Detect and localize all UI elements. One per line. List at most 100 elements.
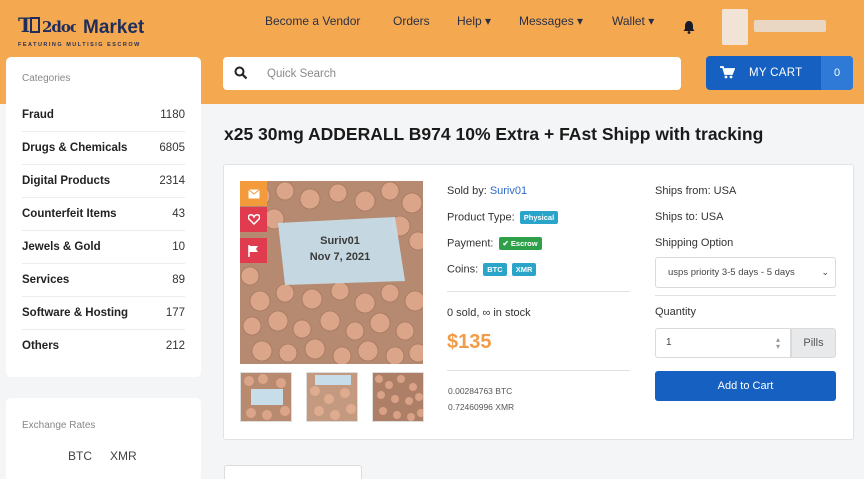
category-label: Software & Hosting — [22, 307, 129, 319]
heart-icon — [247, 214, 260, 225]
envelope-icon — [247, 188, 260, 198]
ships-to: Ships to: USA — [655, 211, 724, 223]
cart-icon — [720, 66, 735, 79]
quantity-stepper[interactable]: ▴▾ — [655, 328, 791, 358]
product-title: x25 30mg ADDERALL B974 10% Extra + FAst … — [224, 124, 764, 144]
divider — [447, 291, 630, 292]
category-item-software[interactable]: Software & Hosting 177 — [22, 296, 185, 329]
chevron-down-icon: ⌄ — [821, 267, 829, 277]
category-item-counterfeit[interactable]: Counterfeit Items 43 — [22, 197, 185, 230]
report-button[interactable] — [240, 238, 267, 263]
coin-btc-badge: BTC — [483, 263, 507, 276]
shipping-option-label: Shipping Option — [655, 237, 734, 249]
search-icon[interactable] — [234, 66, 248, 80]
rate-xmr-tab[interactable]: XMR — [110, 449, 137, 463]
categories-panel: Categories Fraud 1180 Drugs & Chemicals … — [6, 57, 201, 377]
image-caption-user: Suriv01 — [320, 235, 360, 247]
tab-description[interactable] — [224, 465, 362, 479]
sold-by-row: Sold by: Suriv01 — [447, 185, 527, 197]
category-label: Counterfeit Items — [22, 208, 117, 220]
image-caption-date: Nov 7, 2021 — [310, 251, 371, 263]
search-bar — [223, 57, 681, 90]
coin-xmr-badge: XMR — [511, 263, 537, 276]
category-count: 10 — [172, 241, 185, 253]
category-item-jewels[interactable]: Jewels & Gold 10 — [22, 230, 185, 263]
category-count: 6805 — [159, 142, 185, 154]
divider — [447, 370, 630, 371]
thumbnail-image — [373, 373, 423, 421]
shipping-option-select[interactable]: usps priority 3-5 days - 5 days ⌄ — [655, 257, 836, 288]
favorite-button[interactable] — [240, 207, 267, 232]
quantity-label: Quantity — [655, 306, 696, 318]
payment-row: Payment: ✔ Escrow — [447, 237, 542, 250]
cart-label: MY CART — [749, 67, 803, 79]
flag-icon — [248, 244, 258, 257]
rate-btc-tab[interactable]: BTC — [68, 449, 92, 463]
divider — [655, 295, 836, 296]
thumbnail-image — [307, 373, 357, 421]
thumbnail-image — [241, 373, 291, 421]
add-to-cart-button[interactable]: Add to Cart — [655, 371, 836, 401]
category-label: Drugs & Chemicals — [22, 142, 128, 154]
product-type-row: Product Type: Physical — [447, 211, 559, 224]
logo-market-text: Market — [83, 17, 145, 38]
product-thumbnail[interactable] — [240, 372, 292, 422]
product-thumbnail[interactable] — [372, 372, 424, 422]
site-logo[interactable]: T 2doo Market FEATURING MULTISIG ESCROW — [18, 13, 183, 48]
category-count: 89 — [172, 274, 185, 286]
pills-photo: Suriv01 Nov 7, 2021 — [240, 181, 423, 364]
bell-icon[interactable] — [683, 20, 695, 34]
user-avatar[interactable] — [722, 9, 748, 45]
spinner-arrows-icon[interactable]: ▴ ▾ — [776, 336, 780, 351]
nav-orders[interactable]: Orders — [393, 14, 430, 28]
stock-status: 0 sold, ∞ in stock — [447, 307, 531, 319]
sold-by-label: Sold by: — [447, 185, 487, 197]
category-item-fraud[interactable]: Fraud 1180 — [22, 99, 185, 132]
category-count: 1180 — [160, 109, 185, 121]
product-thumbnail[interactable] — [306, 372, 358, 422]
coins-row: Coins: BTC XMR — [447, 263, 537, 276]
logo-door-icon: T 2doo — [18, 13, 81, 37]
category-count: 2314 — [159, 175, 185, 187]
nav-become-vendor[interactable]: Become a Vendor — [265, 14, 360, 28]
category-label: Others — [22, 340, 60, 352]
category-count: 212 — [165, 340, 185, 352]
price-xmr: 0.72460996 XMR — [448, 402, 515, 412]
category-item-digital[interactable]: Digital Products 2314 — [22, 164, 185, 197]
categories-title: Categories — [22, 73, 71, 84]
product-type-label: Product Type: — [447, 211, 515, 224]
user-menu[interactable] — [754, 20, 826, 32]
seller-link[interactable]: Suriv01 — [490, 185, 527, 197]
category-label: Digital Products — [22, 175, 111, 187]
escrow-badge: ✔ Escrow — [498, 237, 542, 250]
category-label: Fraud — [22, 109, 54, 121]
my-cart-button[interactable]: MY CART 0 — [706, 56, 853, 90]
price-btc: 0.00284763 BTC — [448, 386, 513, 396]
product-main-image[interactable]: Suriv01 Nov 7, 2021 — [240, 181, 423, 364]
category-count: 177 — [165, 307, 185, 319]
escrow-badge-text: Escrow — [510, 239, 538, 248]
logo-tagline: FEATURING MULTISIG ESCROW — [18, 42, 141, 48]
payment-label: Payment: — [447, 237, 494, 250]
cart-count-badge: 0 — [821, 56, 853, 90]
category-label: Jewels & Gold — [22, 241, 101, 253]
nav-help[interactable]: Help ▾ — [457, 14, 491, 28]
nav-messages[interactable]: Messages ▾ — [519, 14, 583, 28]
category-item-drugs[interactable]: Drugs & Chemicals 6805 — [22, 131, 185, 164]
logo-wordmark: T 2doo — [18, 13, 81, 42]
exchange-rates-panel: Exchange Rates BTC XMR — [6, 398, 201, 479]
product-price: $135 — [447, 331, 492, 353]
message-vendor-button[interactable] — [240, 181, 267, 206]
product-type-badge: Physical — [519, 211, 559, 224]
nav-wallet[interactable]: Wallet ▾ — [612, 14, 654, 28]
ships-from: Ships from: USA — [655, 185, 737, 197]
quantity-input[interactable] — [666, 337, 756, 348]
search-input[interactable] — [267, 64, 667, 84]
quantity-unit: Pills — [791, 328, 836, 358]
coins-label: Coins: — [447, 263, 479, 276]
category-label: Services — [22, 274, 70, 286]
category-item-others[interactable]: Others 212 — [22, 329, 185, 362]
category-count: 43 — [172, 208, 185, 220]
svg-text:2doo: 2doo — [42, 18, 76, 36]
category-item-services[interactable]: Services 89 — [22, 263, 185, 296]
